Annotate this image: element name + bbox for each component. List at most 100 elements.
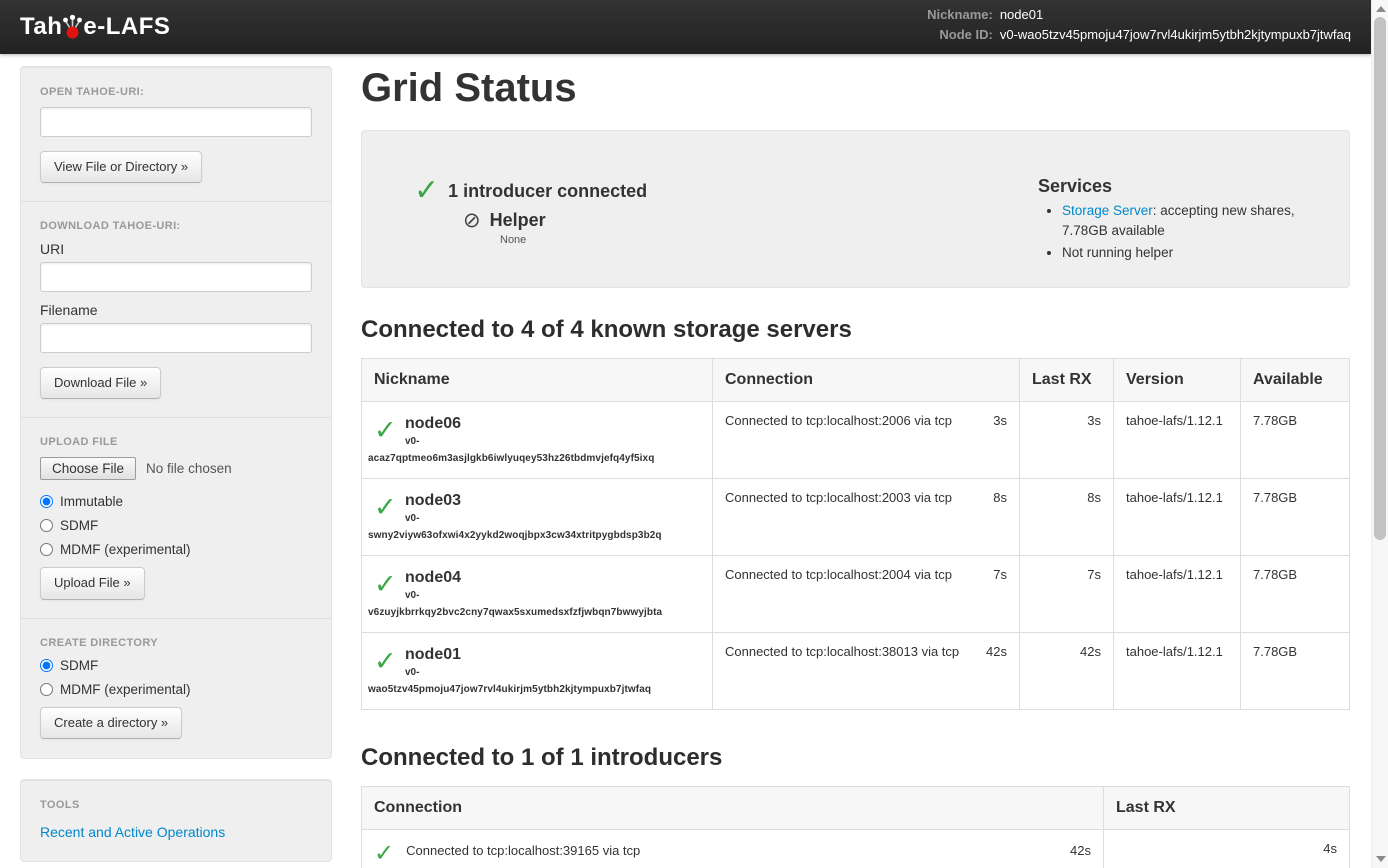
create-directory-section: CREATE DIRECTORY SDMF MDMF (experimental… (40, 637, 312, 739)
top-navbar: Tah e-LAFS Nickname: node01 Node ID: v0-… (0, 0, 1371, 54)
server-nickname: node06 (405, 414, 700, 433)
connection-age: 8s (993, 490, 1007, 505)
uri-field-label: URI (40, 241, 312, 257)
server-id-prefix: v0- (405, 436, 700, 447)
server-nickname: node01 (405, 645, 700, 664)
server-connection: Connected to tcp:localhost:38013 via tcp (725, 644, 959, 659)
node-info: Nickname: node01 Node ID: v0-wao5tzv45pm… (927, 7, 1351, 44)
storage-servers-heading: Connected to 4 of 4 known storage server… (361, 316, 1350, 344)
node-id-value: v0-wao5tzv45pmoju47jow7rvl4ukirjm5ytbh2k… (1000, 27, 1351, 44)
upload-sdmf-radio[interactable] (40, 519, 53, 532)
recent-operations-link[interactable]: Recent and Active Operations (40, 824, 225, 840)
col-version: Version (1114, 359, 1241, 402)
server-last-rx: 3s (1020, 402, 1114, 479)
helper-value: None (500, 234, 1038, 246)
upload-file-button[interactable]: Upload File » (40, 567, 145, 599)
col-last-rx: Last RX (1104, 787, 1350, 830)
view-file-button[interactable]: View File or Directory » (40, 151, 202, 183)
storage-server-link[interactable]: Storage Server (1062, 203, 1153, 218)
server-version: tahoe-lafs/1.12.1 (1114, 633, 1241, 710)
tahoe-sprout-icon (62, 14, 83, 40)
table-row: ✓ node06 v0- acaz7qptmeo6m3asjlgkb6iwlyu… (362, 402, 1350, 479)
nickname-value: node01 (1000, 7, 1351, 24)
services-column: Services Storage Server: accepting new s… (1038, 150, 1330, 268)
service-helper-item: Not running helper (1062, 243, 1330, 263)
scrollbar-thumb[interactable] (1374, 17, 1386, 540)
scroll-up-arrow-icon[interactable] (1376, 6, 1386, 12)
server-available: 7.78GB (1241, 556, 1350, 633)
table-header-row: Nickname Connection Last RX Version Avai… (362, 359, 1350, 402)
sidebar-divider (21, 417, 331, 418)
choose-file-button[interactable]: Choose File (40, 457, 136, 480)
upload-immutable-radio[interactable] (40, 495, 53, 508)
filename-field-label: Filename (40, 302, 312, 318)
node-id-label: Node ID: (927, 27, 993, 44)
introducer-connected-check-icon: ✓ (414, 176, 439, 206)
services-title: Services (1038, 176, 1330, 197)
brand-logo[interactable]: Tah e-LAFS (20, 13, 170, 41)
page-title: Grid Status (361, 66, 1350, 110)
sidebar-divider (21, 201, 331, 202)
tools-panel: TOOLS Recent and Active Operations (20, 779, 332, 862)
server-id-prefix: v0- (405, 590, 700, 601)
introducers-table: Connection Last RX ✓ Connected to tcp:lo… (361, 786, 1350, 868)
table-row: ✓ node01 v0- wao5tzv45pmoju47jow7rvl4uki… (362, 633, 1350, 710)
server-id-hash: swny2viyw63ofxwi4x2yykd2woqjbpx3cw34xtri… (368, 530, 700, 541)
server-id-hash: acaz7qptmeo6m3asjlgkb6iwlyuqey53hz26tbdm… (368, 453, 700, 464)
upload-sdmf-label: SDMF (60, 518, 98, 533)
page-body: OPEN TAHOE-URI: View File or Directory »… (0, 54, 1371, 868)
server-id-hash: wao5tzv45pmoju47jow7rvl4ukirjm5ytbh2kjty… (368, 684, 700, 695)
connection-age: 7s (993, 567, 1007, 582)
col-connection: Connection (713, 359, 1020, 402)
download-uri-input[interactable] (40, 262, 312, 292)
open-uri-section: OPEN TAHOE-URI: View File or Directory » (40, 86, 312, 183)
server-version: tahoe-lafs/1.12.1 (1114, 556, 1241, 633)
mkdir-sdmf-label: SDMF (60, 658, 98, 673)
download-filename-input[interactable] (40, 323, 312, 353)
server-connection: Connected to tcp:localhost:2004 via tcp (725, 567, 952, 582)
col-connection: Connection (362, 787, 1104, 830)
nickname-label: Nickname: (927, 7, 993, 24)
sidebar-divider (21, 618, 331, 619)
connection-age: 3s (993, 413, 1007, 428)
mkdir-sdmf-radio[interactable] (40, 659, 53, 672)
brand-text-pre: Tah (20, 13, 62, 41)
connected-check-icon: ✓ (374, 492, 397, 523)
helper-none-icon: ⊘ (463, 210, 481, 231)
status-left-column: ✓ 1 introducer connected ⊘ Helper None (381, 150, 1038, 268)
server-version: tahoe-lafs/1.12.1 (1114, 479, 1241, 556)
sidebar: OPEN TAHOE-URI: View File or Directory »… (20, 66, 332, 862)
connected-check-icon: ✓ (374, 839, 394, 868)
server-id-hash: v6zuyjkbrrkqy2bvc2cny7qwax5sxumedsxfzfjw… (368, 607, 700, 618)
brand-text-post: e-LAFS (83, 13, 170, 41)
create-directory-label: CREATE DIRECTORY (40, 637, 312, 649)
download-file-button[interactable]: Download File » (40, 367, 161, 399)
storage-servers-table: Nickname Connection Last RX Version Avai… (361, 358, 1350, 710)
upload-mdmf-label: MDMF (experimental) (60, 542, 191, 557)
upload-file-label: UPLOAD FILE (40, 436, 312, 448)
connected-check-icon: ✓ (374, 646, 397, 677)
connected-check-icon: ✓ (374, 415, 397, 446)
open-uri-input[interactable] (40, 107, 312, 137)
server-id-prefix: v0- (405, 667, 700, 678)
connection-age: 42s (1070, 841, 1091, 858)
introducers-heading: Connected to 1 of 1 introducers (361, 744, 1350, 772)
server-available: 7.78GB (1241, 633, 1350, 710)
server-last-rx: 8s (1020, 479, 1114, 556)
create-directory-button[interactable]: Create a directory » (40, 707, 182, 739)
server-last-rx: 42s (1020, 633, 1114, 710)
server-available: 7.78GB (1241, 402, 1350, 479)
introducer-status-text: 1 introducer connected (448, 181, 647, 202)
connection-age: 42s (986, 644, 1007, 659)
mkdir-mdmf-radio[interactable] (40, 683, 53, 696)
server-connection: Connected to tcp:localhost:2003 via tcp (725, 490, 952, 505)
table-row: ✓ Connected to tcp:localhost:39165 via t… (362, 830, 1350, 868)
col-available: Available (1241, 359, 1350, 402)
upload-immutable-label: Immutable (60, 494, 123, 509)
tools-label: TOOLS (40, 799, 312, 811)
scrollbar[interactable] (1371, 0, 1388, 868)
mkdir-mdmf-label: MDMF (experimental) (60, 682, 191, 697)
download-uri-section: DOWNLOAD TAHOE-URI: URI Filename Downloa… (40, 220, 312, 399)
scroll-down-arrow-icon[interactable] (1376, 856, 1386, 862)
upload-mdmf-radio[interactable] (40, 543, 53, 556)
